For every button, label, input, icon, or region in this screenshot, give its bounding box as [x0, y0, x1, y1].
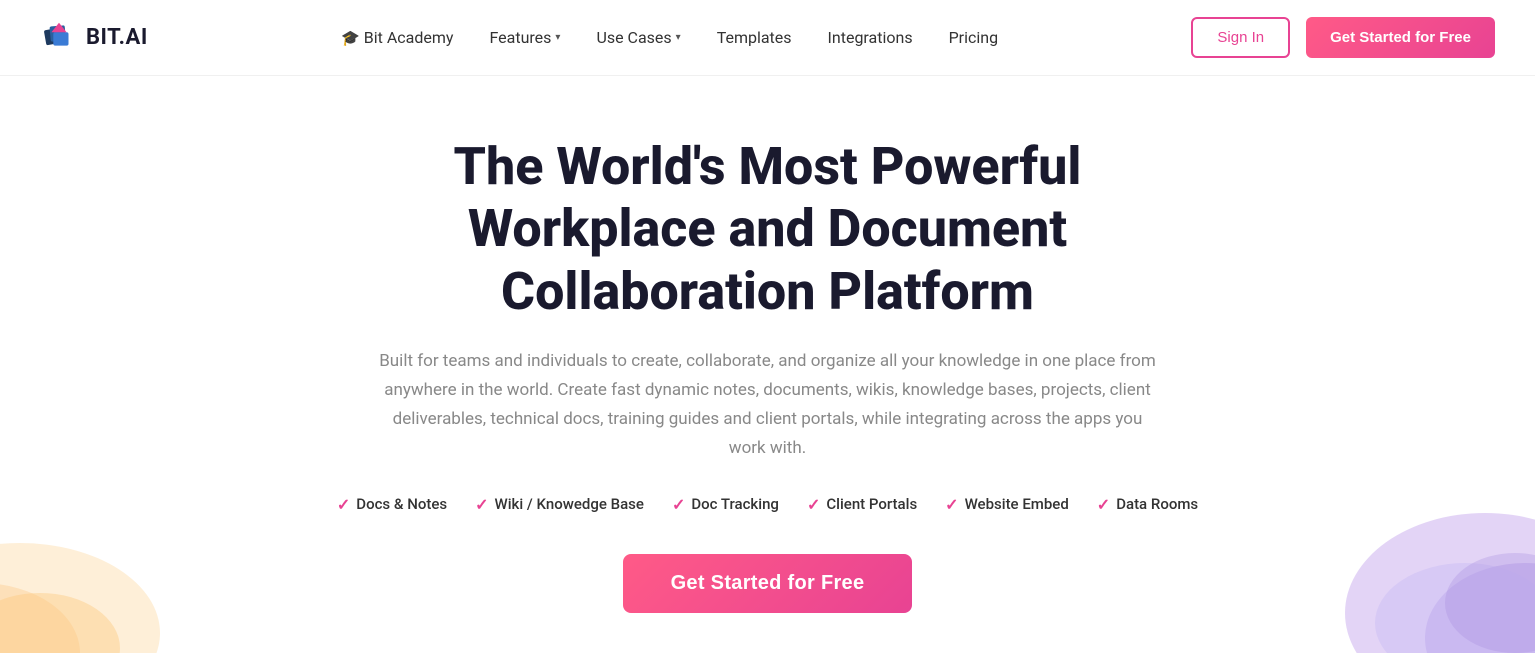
- nav-menu: 🎓 Bit Academy Features ▾ Use Cases ▾ Tem…: [341, 28, 998, 47]
- chevron-down-icon: ▾: [676, 32, 681, 43]
- nav-features[interactable]: Features ▾: [489, 28, 560, 47]
- check-icon: ✓: [337, 495, 350, 514]
- logo-text: BIT.AI: [86, 25, 148, 50]
- nav-use-cases[interactable]: Use Cases ▾: [596, 28, 680, 47]
- hero-content: The World's Most Powerful Workplace and …: [318, 136, 1218, 613]
- features-list: ✓ Docs & Notes ✓ Wiki / Knowedge Base ✓ …: [318, 495, 1218, 514]
- feature-website-embed: ✓ Website Embed: [945, 495, 1069, 514]
- nav-integrations[interactable]: Integrations: [828, 28, 913, 47]
- logo-icon: [40, 19, 78, 57]
- check-icon: ✓: [807, 495, 820, 514]
- hero-section: The World's Most Powerful Workplace and …: [0, 76, 1535, 653]
- feature-wiki: ✓ Wiki / Knowedge Base: [475, 495, 644, 514]
- blob-right-decoration: [1265, 453, 1535, 653]
- feature-client-portals: ✓ Client Portals: [807, 495, 917, 514]
- get-started-nav-button[interactable]: Get Started for Free: [1306, 17, 1495, 58]
- feature-docs-notes: ✓ Docs & Notes: [337, 495, 447, 514]
- hero-subtitle: Built for teams and individuals to creat…: [378, 347, 1158, 463]
- nav-templates[interactable]: Templates: [717, 28, 792, 47]
- nav-bit-academy[interactable]: 🎓 Bit Academy: [341, 28, 453, 47]
- graduation-cap-icon: 🎓: [341, 29, 360, 47]
- hero-title: The World's Most Powerful Workplace and …: [318, 136, 1218, 323]
- check-icon: ✓: [475, 495, 488, 514]
- logo[interactable]: BIT.AI: [40, 19, 148, 57]
- navbar: BIT.AI 🎓 Bit Academy Features ▾ Use Case…: [0, 0, 1535, 76]
- get-started-hero-button[interactable]: Get Started for Free: [623, 554, 913, 613]
- blob-left-decoration: [0, 473, 200, 653]
- sign-in-button[interactable]: Sign In: [1191, 17, 1290, 58]
- chevron-down-icon: ▾: [555, 32, 560, 43]
- nav-pricing[interactable]: Pricing: [949, 28, 999, 47]
- check-icon: ✓: [672, 495, 685, 514]
- check-icon: ✓: [945, 495, 958, 514]
- check-icon: ✓: [1097, 495, 1110, 514]
- feature-data-rooms: ✓ Data Rooms: [1097, 495, 1198, 514]
- nav-actions: Sign In Get Started for Free: [1191, 17, 1495, 58]
- feature-doc-tracking: ✓ Doc Tracking: [672, 495, 779, 514]
